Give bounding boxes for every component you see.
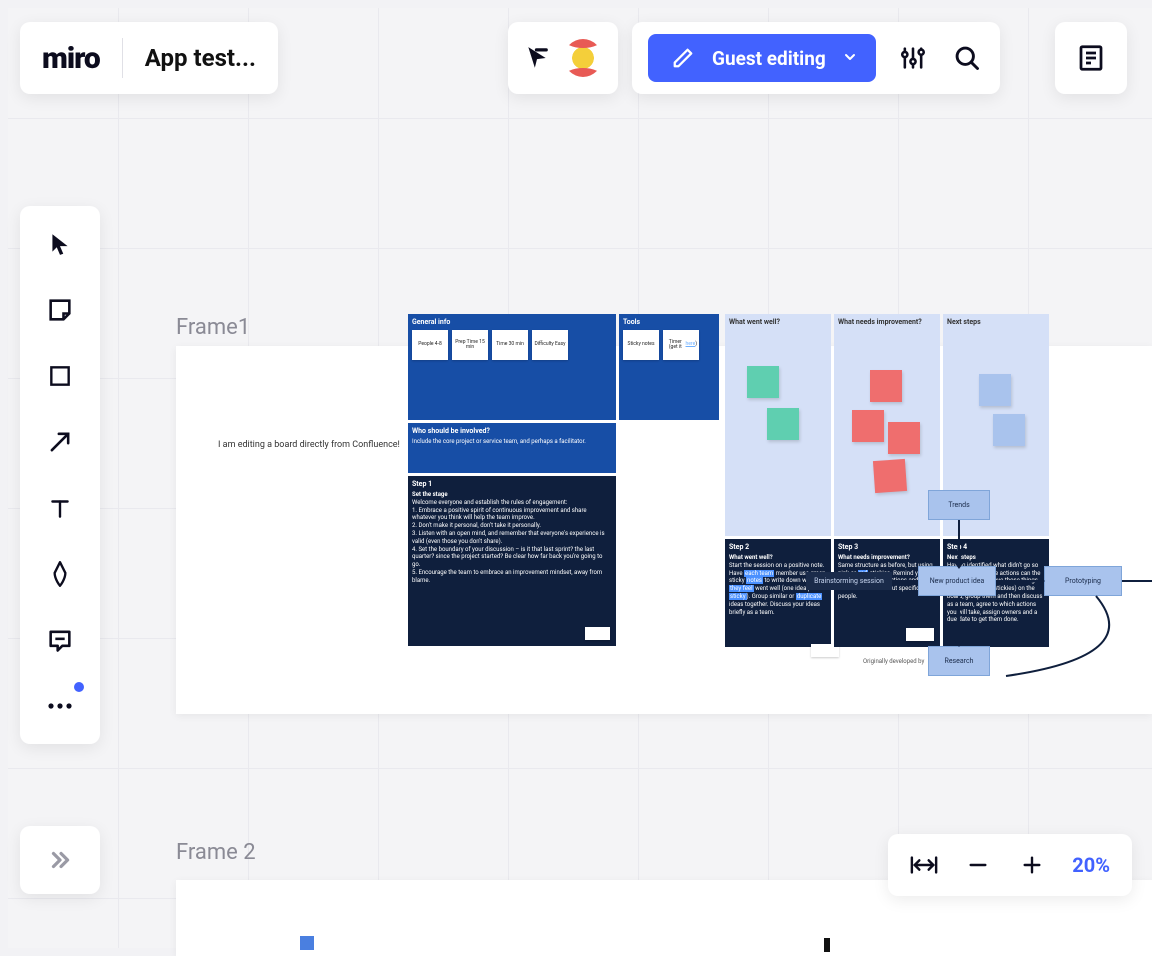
pencil-icon <box>666 41 700 75</box>
improve-light-card: What needs improvement? <box>834 314 940 536</box>
pen-tool[interactable] <box>38 552 82 596</box>
tools-note: Timer (get it here) <box>663 330 699 360</box>
text-tool[interactable] <box>38 486 82 530</box>
sticky-blue[interactable] <box>993 414 1025 446</box>
expand-panel-button[interactable] <box>20 826 100 894</box>
frame2-shape <box>824 938 830 952</box>
miro-logo[interactable]: miro <box>42 41 100 76</box>
sticky-green[interactable] <box>767 408 799 440</box>
retro-template: General info People 4-8 Prep Time 15 min… <box>408 314 1049 647</box>
separator <box>122 38 123 78</box>
sticky-note-tool[interactable] <box>38 288 82 332</box>
zoom-controls: 20% <box>888 834 1132 896</box>
edit-note-text: I am editing a board directly from Confl… <box>218 440 400 450</box>
sticky-red[interactable] <box>873 459 907 493</box>
step1-heading: Set the stage <box>412 491 612 499</box>
frame1-label: Frame1 <box>176 315 250 340</box>
step4-heading: Next steps <box>947 554 1045 562</box>
board-header: miro App test... <box>20 22 278 94</box>
sticky-red[interactable] <box>870 370 902 402</box>
select-tool[interactable] <box>38 222 82 266</box>
frame1[interactable]: I am editing a board directly from Confl… <box>176 346 1152 714</box>
guest-editing-button[interactable]: Guest editing <box>648 34 876 82</box>
flow-research[interactable]: Research <box>928 646 990 676</box>
step2-heading: What went well? <box>729 554 827 562</box>
tools-note: Sticky notes <box>623 330 659 360</box>
sticky-green[interactable] <box>747 366 779 398</box>
sticky-blue[interactable] <box>979 374 1011 406</box>
flow-curve <box>986 596 1152 686</box>
arrow-tool[interactable] <box>38 420 82 464</box>
left-toolbar <box>20 206 100 744</box>
sticky-red[interactable] <box>852 410 884 442</box>
gi-note: Difficulty Easy <box>532 330 568 360</box>
chevron-down-icon <box>842 47 858 70</box>
flow-line <box>996 580 1044 582</box>
sticky-red[interactable] <box>888 422 920 454</box>
credit-text: Originally developed by <box>863 658 924 665</box>
gi-note: Prep Time 15 min <box>452 330 488 360</box>
improve-title: What needs improvement? <box>838 318 936 326</box>
step2-card: Step 2 What went well? Start the session… <box>725 539 831 647</box>
well-light-card: What went well? <box>725 314 831 536</box>
step3-heading: What needs improvement? <box>838 554 936 562</box>
flow-line <box>958 520 960 566</box>
involved-card: Who should be involved? Include the core… <box>408 423 616 473</box>
comment-tool[interactable] <box>38 618 82 662</box>
notes-icon <box>1076 43 1106 73</box>
settings-button[interactable] <box>896 41 930 75</box>
chevron-right-double-icon <box>47 847 73 873</box>
zoom-in-button[interactable] <box>1018 851 1046 879</box>
tools-title: Tools <box>623 318 715 326</box>
step1-body: Welcome everyone and establish the rules… <box>412 499 612 585</box>
involved-body: Include the core project or service team… <box>412 438 612 446</box>
step3-title: Step 3 <box>838 543 936 551</box>
arrow-down-icon <box>954 562 964 569</box>
guest-editing-label: Guest editing <box>712 47 826 70</box>
next-title: Next steps <box>947 318 1045 326</box>
flow-line <box>958 596 960 646</box>
flow-trends[interactable]: Trends <box>928 490 990 520</box>
general-info-card: General info People 4-8 Prep Time 15 min… <box>408 314 616 420</box>
flow-line <box>1122 580 1152 582</box>
fit-to-screen-button[interactable] <box>910 851 938 879</box>
presence-panel <box>508 22 618 94</box>
step1-title: Step 1 <box>412 480 612 488</box>
user-avatar[interactable] <box>564 39 602 77</box>
flow-brainstorm[interactable]: Brainstorming session <box>806 572 892 590</box>
step2-title: Step 2 <box>729 543 827 551</box>
more-tools[interactable] <box>38 684 82 728</box>
tools-card: Tools Sticky notes Timer (get it here) <box>619 314 719 420</box>
board-canvas[interactable]: Frame1 I am editing a board directly fro… <box>8 8 1152 948</box>
cursor-presence-icon[interactable] <box>524 45 550 71</box>
search-button[interactable] <box>950 41 984 75</box>
actions-panel: Guest editing <box>632 22 1000 94</box>
arrow-right-icon <box>1038 576 1045 586</box>
notes-panel-button[interactable] <box>1055 22 1127 94</box>
top-center-cluster: Guest editing <box>508 22 1000 94</box>
step1-time: 5 min <box>585 627 610 640</box>
well-title: What went well? <box>729 318 827 326</box>
gi-note: People 4-8 <box>412 330 448 360</box>
frame2-label: Frame 2 <box>176 840 256 865</box>
flow-idea[interactable]: New product idea <box>918 566 996 596</box>
step3-time: 10 min <box>906 628 934 641</box>
zoom-out-button[interactable] <box>964 851 992 879</box>
step1-card: Step 1 Set the stage Welcome everyone an… <box>408 476 616 646</box>
zoom-percent[interactable]: 20% <box>1072 853 1110 877</box>
flow-line <box>892 580 918 582</box>
board-name[interactable]: App test... <box>145 44 256 72</box>
flow-proto[interactable]: Prototyping <box>1044 566 1122 596</box>
gi-note: Time 30 min <box>492 330 528 360</box>
involved-title: Who should be involved? <box>412 427 612 435</box>
general-info-title: General info <box>412 318 612 326</box>
step4-title: Step 4 <box>947 543 1045 551</box>
arrow-down-icon <box>954 640 964 647</box>
shape-tool[interactable] <box>38 354 82 398</box>
